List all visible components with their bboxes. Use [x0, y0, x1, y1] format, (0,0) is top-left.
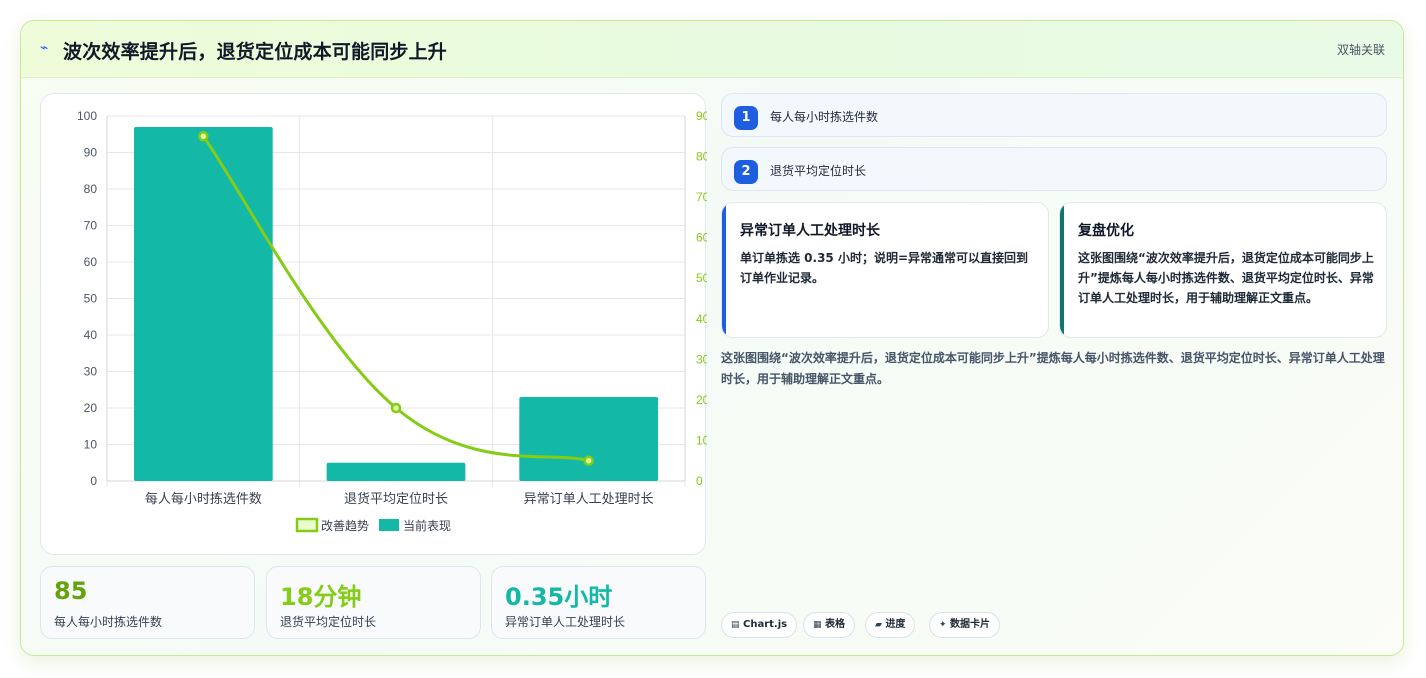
step-label: 每人每小时拣选件数 [770, 110, 879, 124]
x-tick-label: 每人每小时拣选件数 [145, 491, 262, 506]
note-card-review: 复盘优化 这张图围绕“波次效率提升后，退货定位成本可能同步上升”提炼每人每小时拣… [1059, 202, 1387, 338]
chart-description: 这张图围绕“波次效率提升后，退货定位成本可能同步上升”提炼每人每小时拣选件数、退… [721, 351, 1385, 386]
legend-label-trend: 改善趋势 [321, 518, 369, 533]
y-left-tick-label: 80 [84, 182, 98, 196]
stat-card-return: 18分钟 退货平均定位时长 [266, 566, 481, 639]
note-body: 这张图围绕“波次效率提升后，退货定位成本可能同步上升”提炼每人每小时拣选件数、退… [1078, 251, 1374, 305]
step-number: 1 [734, 106, 758, 130]
y-left-tick-label: 0 [90, 474, 97, 488]
accent-bar [1060, 203, 1064, 337]
note-title: 异常订单人工处理时长 [740, 223, 880, 239]
y-left-tick-label: 100 [77, 109, 97, 123]
y-left-tick-label: 90 [84, 146, 98, 160]
step-item-2[interactable]: 2 退货平均定位时长 [721, 147, 1387, 191]
y-left-tick-label: 40 [84, 328, 98, 342]
pill-table[interactable]: ▦ 表格 [803, 612, 855, 638]
stat-value: 0.35小时 [505, 583, 613, 611]
accent-bar [722, 203, 726, 337]
stat-value: 18分钟 [280, 583, 362, 611]
pill-label: 数据卡片 [950, 619, 991, 630]
pill-label: 进度 [885, 619, 906, 630]
y-right-tick-label: 20 [696, 393, 707, 407]
legend-swatch-current [379, 519, 399, 531]
y-left-tick-label: 50 [84, 292, 98, 306]
legend-label-current: 当前表现 [403, 518, 451, 533]
pill-progress[interactable]: ▰ 进度 [865, 612, 916, 638]
x-tick-label: 异常订单人工处理时长 [524, 491, 654, 506]
note-title: 复盘优化 [1078, 223, 1134, 239]
y-left-tick-label: 10 [84, 438, 98, 452]
trend-point-2 [390, 402, 402, 414]
stat-card-exception: 0.35小时 异常订单人工处理时长 [491, 566, 706, 639]
step-label: 退货平均定位时长 [770, 164, 867, 178]
chart-icon: ▤ [731, 620, 740, 630]
y-right-tick-label: 30 [696, 352, 707, 366]
dashboard-card: ⌁ 波次效率提升后，退货定位成本可能同步上升 双轴关联 0 10 20 30 40 50 6… [20, 20, 1404, 656]
y-left-tick-label: 30 [84, 365, 98, 379]
stat-label: 每人每小时拣选件数 [54, 615, 163, 629]
pill-data-card[interactable]: ✦ 数据卡片 [929, 612, 1001, 638]
y-right-tick-label: 70 [696, 190, 707, 204]
note-card-exception: 异常订单人工处理时长 单订单拣选 0.35 小时；说明=异常通常可以直接回到订单… [721, 202, 1049, 338]
y-right-tick-label: 90 [696, 109, 707, 123]
y-right-tick-label: 0 [696, 474, 703, 488]
stat-value: 85 [54, 577, 88, 605]
note-body: 单订单拣选 0.35 小时；说明=异常通常可以直接回到订单作业记录。 [740, 251, 1029, 285]
y-left-tick-label: 60 [84, 255, 98, 269]
pill-label: Chart.js [743, 619, 788, 630]
bar-3 [519, 397, 659, 481]
bar-1 [133, 126, 273, 481]
bar-2 [326, 462, 466, 481]
y-right-tick-label: 10 [696, 433, 707, 447]
x-tick-label: 退货平均定位时长 [344, 491, 448, 506]
sparkle-icon: ✦ [939, 620, 947, 630]
table-icon: ▦ [813, 620, 822, 630]
chart-panel: 0 10 20 30 40 50 60 70 80 90 100 0 10 20 30 40 50 60 70 80 9… [40, 93, 707, 555]
y-left-tick-label: 20 [84, 401, 98, 415]
progress-icon: ▰ [875, 620, 882, 630]
card-header: ⌁ 波次效率提升后，退货定位成本可能同步上升 双轴关联 [21, 21, 1403, 78]
trend-point-3 [583, 455, 594, 466]
stat-label: 退货平均定位时长 [280, 615, 377, 629]
y-right-tick-label: 50 [696, 271, 707, 285]
legend-swatch-trend [295, 517, 319, 533]
y-left-tick-label: 70 [84, 219, 98, 233]
pill-chartjs[interactable]: ▤ Chart.js [721, 612, 798, 638]
stat-card-picking: 85 每人每小时拣选件数 [40, 566, 255, 639]
pill-label: 表格 [825, 619, 845, 630]
y-right-tick-label: 80 [696, 150, 707, 164]
y-right-tick-label: 60 [696, 231, 707, 245]
y-right-tick-label: 40 [696, 312, 707, 326]
bolt-icon: ⌁ [40, 40, 49, 56]
step-number: 2 [734, 160, 758, 184]
combo-chart: 0 10 20 30 40 50 60 70 80 90 100 0 10 20 30 40 50 60 70 80 9… [77, 109, 707, 533]
stat-label: 异常订单人工处理时长 [505, 615, 626, 629]
step-item-1[interactable]: 1 每人每小时拣选件数 [721, 93, 1387, 137]
trend-point-1 [198, 131, 209, 142]
dual-axis-tag: 双轴关联 [1336, 43, 1385, 57]
page-title: 波次效率提升后，退货定位成本可能同步上升 [63, 41, 448, 63]
